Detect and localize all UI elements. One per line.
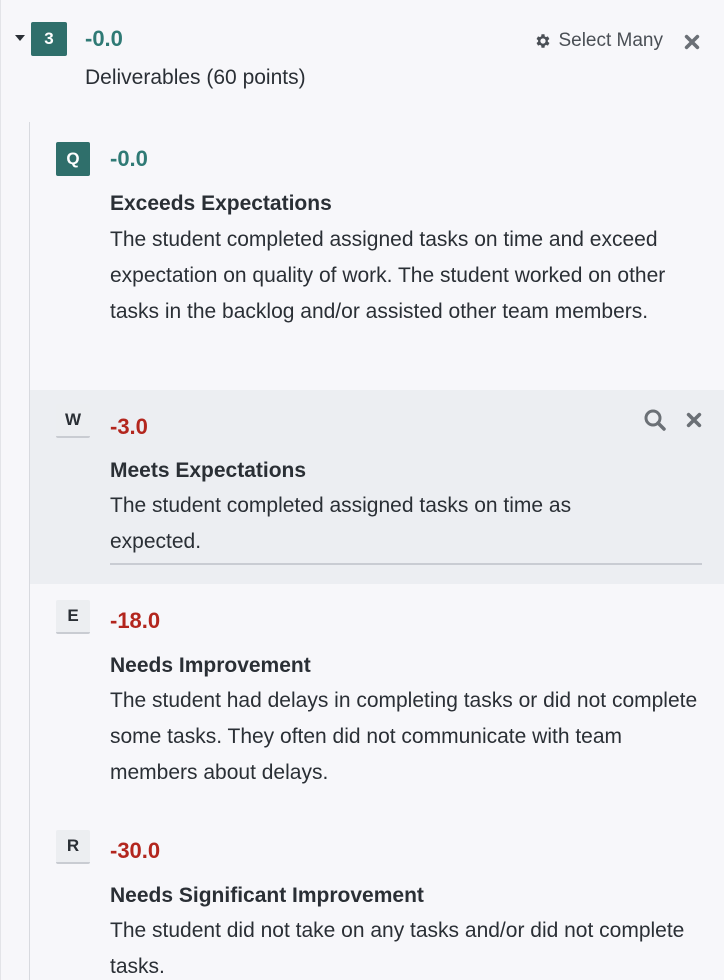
rubric-item-name: Meets Expectations <box>110 459 307 482</box>
question-number-badge: 3 <box>31 22 67 56</box>
rubric-item-key[interactable]: E <box>56 600 90 634</box>
rubric-item-score: -18.0 <box>110 608 161 633</box>
search-icon[interactable] <box>643 408 667 432</box>
question-title: Deliverables (60 points) <box>85 66 306 89</box>
rubric-panel: 3 -0.0 Deliverables (60 points) Select M… <box>0 0 724 980</box>
close-icon[interactable] <box>683 33 701 51</box>
rubric-item-actions <box>643 408 703 432</box>
rubric-item[interactable]: E -18.0 Needs Improvement The student ha… <box>30 584 724 814</box>
rubric-item[interactable]: W -3.0 Meets Expectations The student co… <box>30 390 724 584</box>
rubric-item-description: The student completed assigned tasks on … <box>110 228 666 323</box>
rubric-item[interactable]: Q -0.0 Exceeds Expectations The student … <box>30 122 724 384</box>
rubric-item-name: Exceeds Expectations <box>110 192 332 215</box>
rubric-item[interactable]: R -30.0 Needs Significant Improvement Th… <box>30 814 724 980</box>
item-divider <box>110 563 702 565</box>
collapse-caret-icon[interactable] <box>15 35 25 41</box>
select-many-label: Select Many <box>558 30 663 51</box>
rubric-items-list: Q -0.0 Exceeds Expectations The student … <box>29 122 724 980</box>
rubric-item-score: -3.0 <box>110 414 148 439</box>
question-header: 3 -0.0 Deliverables (60 points) Select M… <box>1 0 724 110</box>
rubric-item-score: -30.0 <box>110 838 161 863</box>
rubric-item-name: Needs Significant Improvement <box>110 884 424 907</box>
rubric-item-score: -0.0 <box>110 146 148 171</box>
rubric-item-key[interactable]: W <box>56 404 90 438</box>
rubric-item-description: The student completed assigned tasks on … <box>110 494 572 553</box>
rubric-item-key[interactable]: R <box>56 830 90 864</box>
question-score: -0.0 <box>85 26 123 51</box>
close-icon[interactable] <box>685 411 703 429</box>
select-many-button[interactable]: Select Many <box>534 30 663 52</box>
rubric-item-name: Needs Improvement <box>110 654 311 677</box>
gear-icon <box>537 34 550 48</box>
rubric-item-key[interactable]: Q <box>56 142 90 176</box>
rubric-item-description: The student had delays in completing tas… <box>110 689 698 784</box>
rubric-item-description: The student did not take on any tasks an… <box>110 919 685 978</box>
